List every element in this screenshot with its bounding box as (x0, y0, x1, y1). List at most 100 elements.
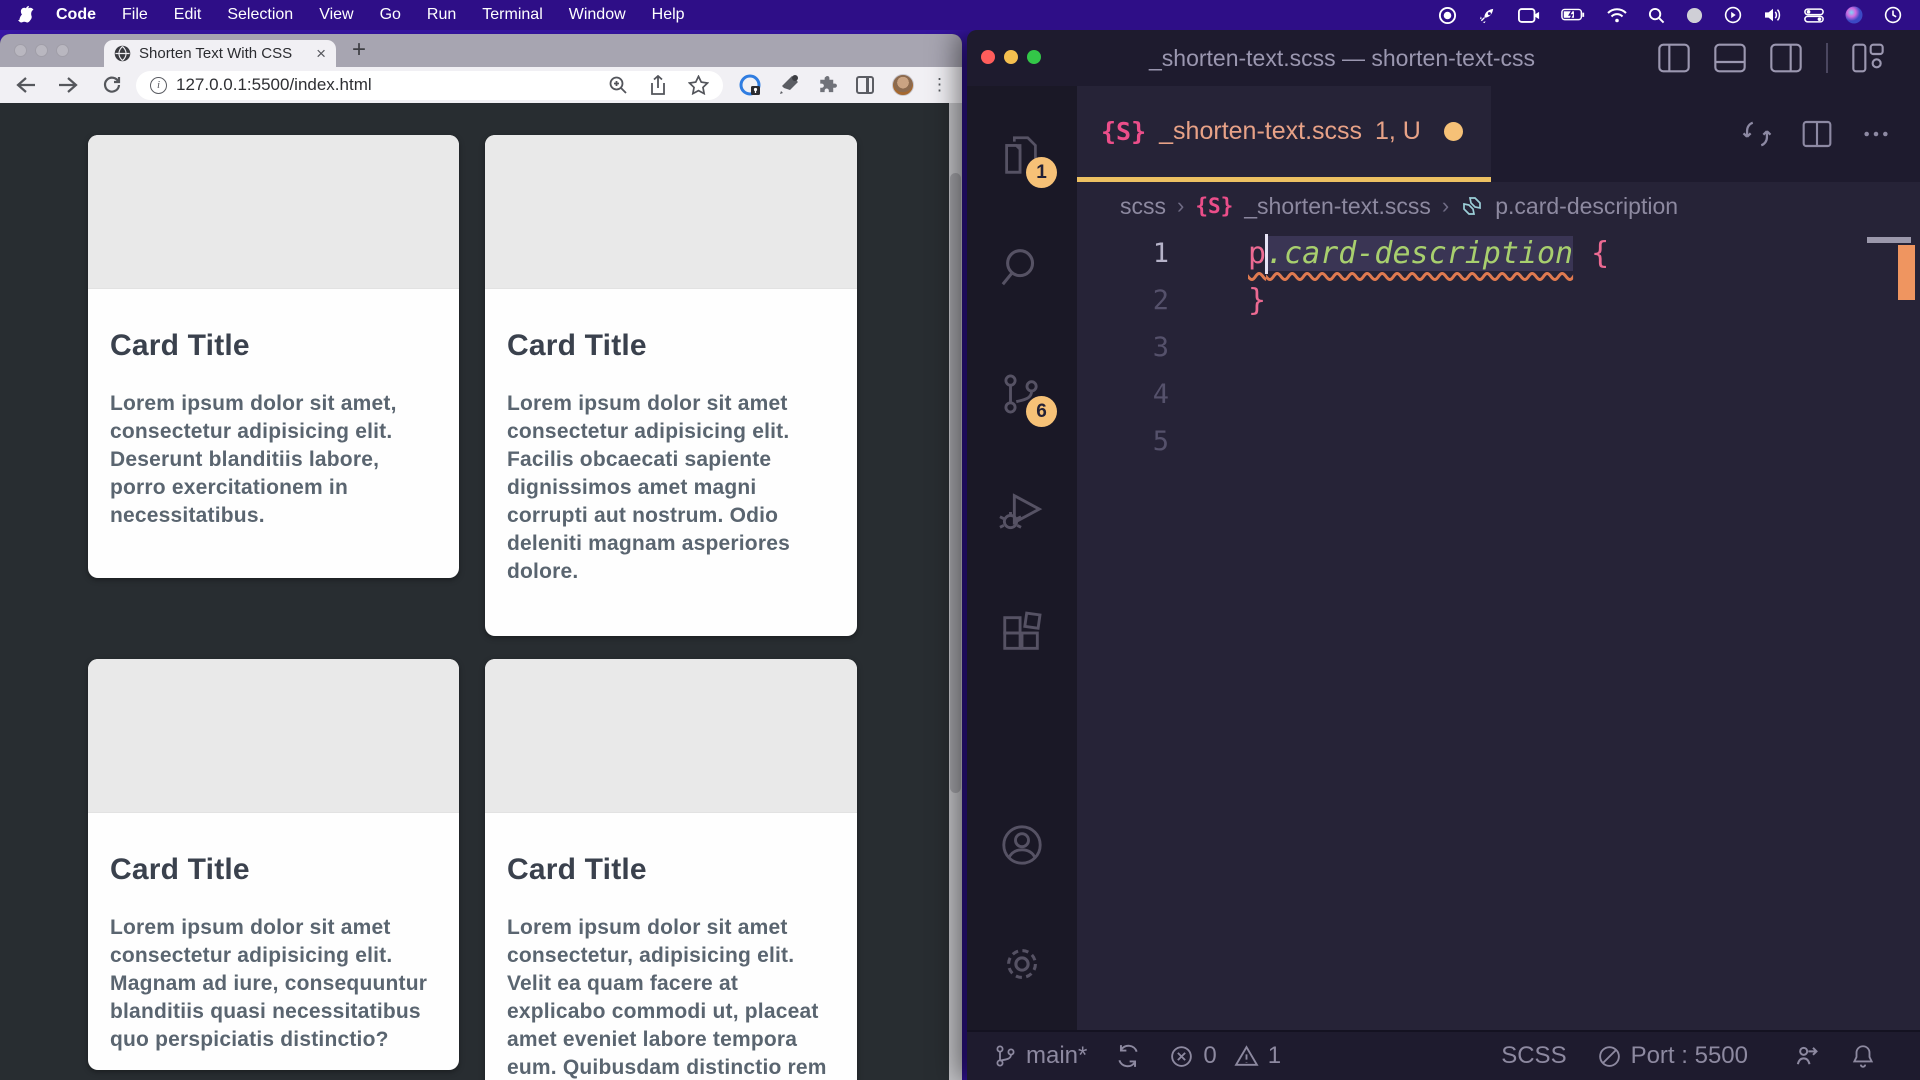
browser-scrollbar-thumb[interactable] (950, 173, 961, 793)
git-branch-item[interactable]: main* (993, 1042, 1087, 1070)
close-window-button[interactable] (14, 44, 27, 57)
toggle-secondary-sidebar-icon[interactable] (1770, 43, 1802, 73)
explorer-icon[interactable]: 1 (999, 132, 1045, 178)
clock-icon[interactable] (1884, 6, 1902, 24)
browser-menu-icon[interactable]: ⋮ (931, 75, 948, 95)
language-mode: SCSS (1501, 1042, 1566, 1070)
browser-tab[interactable]: Shorten Text With CSS × (104, 40, 336, 67)
menu-edit[interactable]: Edit (161, 6, 215, 24)
forward-icon[interactable] (58, 75, 80, 95)
tab-close-icon[interactable]: × (316, 45, 326, 62)
profile-avatar[interactable] (892, 74, 914, 96)
card-title: Card Title (110, 853, 435, 887)
card-image-placeholder (485, 659, 857, 813)
bookmark-star-icon[interactable] (688, 75, 709, 95)
overview-ruler-change-marker (1898, 245, 1915, 300)
menu-terminal[interactable]: Terminal (469, 6, 555, 24)
problems-item[interactable]: 0 1 (1169, 1042, 1281, 1070)
breadcrumb-separator: › (1177, 193, 1184, 219)
line-number: 3 (1077, 332, 1169, 363)
unsaved-changes-dot[interactable] (1444, 122, 1463, 141)
sass-file-icon: {S} (1101, 117, 1146, 146)
live-server-port-item[interactable]: Port : 5500 (1597, 1042, 1748, 1070)
toggle-sidebar-icon[interactable] (1658, 43, 1690, 73)
breadcrumbs: scss › {S} _shorten-text.scss › p.card-d… (1077, 182, 1920, 230)
code-line-2[interactable]: 2 } (1077, 277, 1920, 324)
settings-gear-icon[interactable] (999, 941, 1045, 987)
more-actions-icon[interactable] (1860, 118, 1892, 150)
new-tab-button[interactable]: + (352, 36, 366, 64)
back-icon[interactable] (14, 75, 36, 95)
run-debug-icon[interactable] (999, 488, 1045, 534)
breadcrumb-file[interactable]: _shorten-text.scss (1244, 193, 1431, 220)
browser-toolbar: i 127.0.0.1:5500/index.html ⋮ (0, 67, 962, 103)
record-icon[interactable] (1438, 6, 1457, 25)
breadcrumb-folder[interactable]: scss (1120, 193, 1166, 220)
zoom-window-button[interactable] (1027, 50, 1041, 64)
address-bar[interactable]: i 127.0.0.1:5500/index.html (136, 71, 723, 100)
menu-file[interactable]: File (109, 6, 161, 24)
menu-help[interactable]: Help (639, 6, 698, 24)
vscode-traffic-lights (981, 50, 1041, 64)
siri-icon[interactable] (1845, 6, 1863, 24)
breadcrumb-symbol[interactable]: p.card-description (1495, 193, 1678, 220)
live-share-icon[interactable] (1792, 1042, 1820, 1070)
menu-view[interactable]: View (306, 6, 366, 24)
reading-list-icon[interactable] (855, 75, 875, 95)
code-line-4[interactable]: 4 (1077, 371, 1920, 418)
menu-window[interactable]: Window (556, 6, 639, 24)
browser-scrollbar-track[interactable] (949, 103, 962, 1080)
open-changes-icon[interactable] (1740, 117, 1774, 151)
screen-record-icon[interactable] (1518, 7, 1540, 24)
share-icon[interactable] (649, 75, 667, 96)
password-manager-extension-icon[interactable] (739, 74, 761, 96)
code-line-5[interactable]: 5 (1077, 418, 1920, 465)
text-cursor (1265, 234, 1268, 274)
split-editor-icon[interactable] (1801, 118, 1833, 150)
wifi-icon[interactable] (1607, 8, 1627, 23)
search-icon[interactable] (999, 244, 1045, 290)
close-window-button[interactable] (981, 50, 995, 64)
extensions-icon[interactable] (999, 610, 1045, 656)
notifications-bell-icon[interactable] (1850, 1043, 1876, 1069)
play-circle-icon[interactable] (1724, 6, 1742, 24)
site-info-icon[interactable]: i (150, 77, 167, 94)
menu-selection[interactable]: Selection (214, 6, 306, 24)
browser-tab-strip: Shorten Text With CSS × + (0, 34, 962, 67)
source-control-icon[interactable]: 6 (999, 371, 1045, 417)
card-title: Card Title (507, 329, 833, 363)
line-number: 1 (1077, 238, 1169, 269)
toggle-panel-icon[interactable] (1714, 43, 1746, 73)
extensions-puzzle-icon[interactable] (817, 75, 838, 96)
language-mode-item[interactable]: SCSS (1501, 1042, 1566, 1070)
menu-run[interactable]: Run (414, 6, 469, 24)
eyedropper-extension-icon[interactable] (778, 74, 800, 96)
code-line-1[interactable]: 1 p.card-description { (1077, 230, 1920, 277)
minimize-window-button[interactable] (35, 44, 48, 57)
url-text[interactable]: 127.0.0.1:5500/index.html (176, 75, 599, 95)
card-description: Lorem ipsum dolor sit amet consectetur a… (507, 390, 833, 586)
editor-scrollbar[interactable] (1867, 237, 1911, 243)
rocket-icon[interactable] (1478, 6, 1497, 25)
battery-icon[interactable] (1561, 8, 1586, 22)
apple-logo-icon[interactable] (18, 5, 35, 25)
zoom-window-button[interactable] (56, 44, 69, 57)
accounts-icon[interactable] (999, 822, 1045, 868)
volume-icon[interactable] (1763, 7, 1783, 23)
sync-changes-button[interactable] (1115, 1043, 1141, 1069)
do-not-disturb-icon[interactable] (1686, 7, 1703, 24)
code-line-3[interactable]: 3 (1077, 324, 1920, 371)
spotlight-search-icon[interactable] (1648, 7, 1665, 24)
minimize-window-button[interactable] (1004, 50, 1018, 64)
vscode-title-bar[interactable]: _shorten-text.scss — shorten-text-css (967, 30, 1920, 86)
menu-go[interactable]: Go (367, 6, 414, 24)
editor-tab[interactable]: {S} _shorten-text.scss 1, U (1077, 86, 1491, 182)
zoom-page-icon[interactable] (608, 75, 628, 95)
explorer-badge: 1 (1026, 157, 1057, 188)
control-center-icon[interactable] (1804, 8, 1824, 23)
browser-window: Shorten Text With CSS × + i 127.0.0.1:55… (0, 34, 962, 1080)
menu-code[interactable]: Code (43, 6, 109, 24)
code-editor[interactable]: 1 p.card-description { 2 } 3 4 5 (1077, 230, 1920, 1030)
reload-icon[interactable] (102, 75, 122, 95)
customize-layout-icon[interactable] (1852, 43, 1884, 73)
